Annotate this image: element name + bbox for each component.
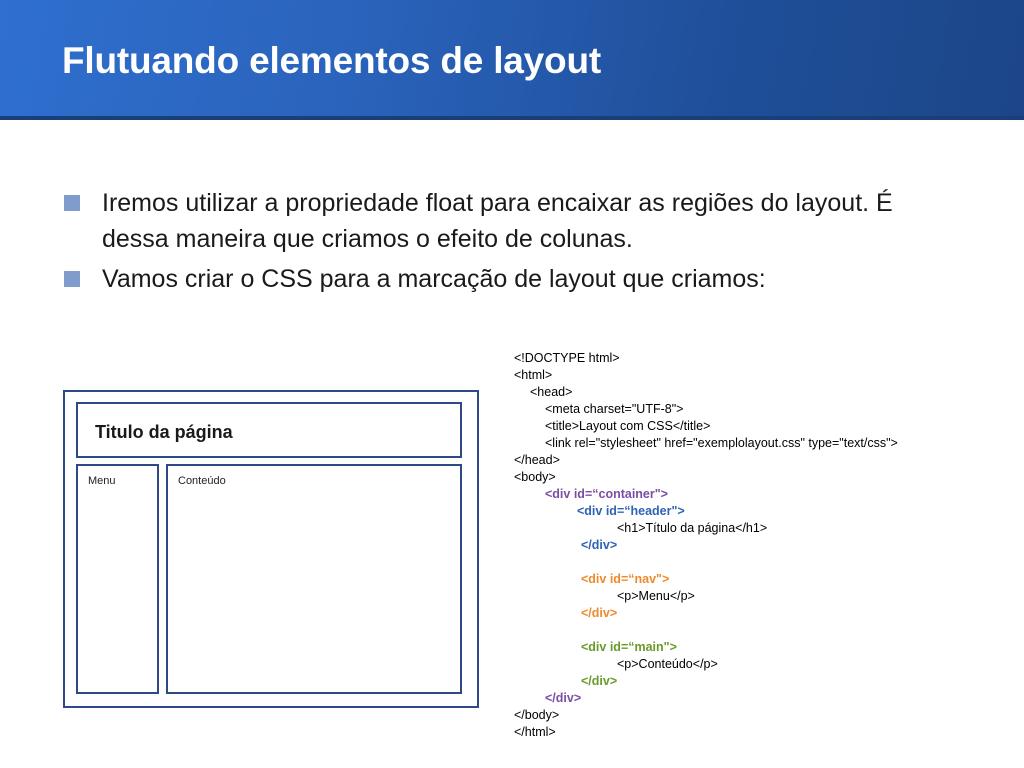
mockup-title: Titulo da página (95, 422, 233, 442)
mockup-main-box: Conteúdo (166, 464, 462, 694)
code-line: <title>Layout com CSS</title> (545, 419, 711, 433)
mockup-main-label: Conteúdo (178, 475, 226, 487)
bullet-item: Vamos criar o CSS para a marcação de lay… (62, 261, 962, 297)
code-line: <body> (514, 470, 556, 484)
slide-title: Flutuando elementos de layout (62, 40, 601, 81)
layout-mockup: Titulo da página Menu Conteúdo (63, 390, 479, 708)
code-line: </head> (514, 453, 560, 467)
code-line-nav-close: </div> (581, 606, 618, 620)
bullet-list: Iremos utilizar a propriedade float para… (62, 185, 962, 301)
code-line: <!DOCTYPE html> (514, 351, 620, 365)
code-listing: <!DOCTYPE html> <html> <head> <meta char… (514, 350, 1014, 741)
square-bullet-icon (64, 271, 80, 287)
code-line: </html> (514, 725, 556, 739)
code-line-nav-open: <div id=“nav"> (581, 572, 670, 586)
square-bullet-icon (64, 195, 80, 211)
title-band: Flutuando elementos de layout (0, 0, 1024, 120)
code-line: <head> (530, 385, 573, 399)
code-line: <html> (514, 368, 553, 382)
code-line: <meta charset="UTF-8"> (545, 402, 684, 416)
code-line-container-close: </div> (545, 691, 582, 705)
code-line: <p>Conteúdo</p> (617, 657, 718, 671)
code-line: <p>Menu</p> (617, 589, 695, 603)
code-line: <link rel="stylesheet" href="exemplolayo… (545, 436, 898, 450)
mockup-nav-label: Menu (88, 475, 116, 487)
bullet-text: Vamos criar o CSS para a marcação de lay… (102, 265, 766, 293)
code-line-main-close: </div> (581, 674, 618, 688)
code-line-container-open: <div id=“container"> (545, 487, 668, 501)
code-line: <h1>Título da página</h1> (617, 521, 768, 535)
code-line-header-open: <div id=“header"> (577, 504, 685, 518)
bullet-item: Iremos utilizar a propriedade float para… (62, 185, 962, 257)
code-line-header-close: </div> (581, 538, 618, 552)
mockup-nav-box: Menu (76, 464, 159, 694)
bullet-text: Iremos utilizar a propriedade float para… (102, 189, 893, 253)
code-line-main-open: <div id=“main"> (581, 640, 677, 654)
mockup-header-box: Titulo da página (76, 402, 462, 458)
code-line: </body> (514, 708, 560, 722)
